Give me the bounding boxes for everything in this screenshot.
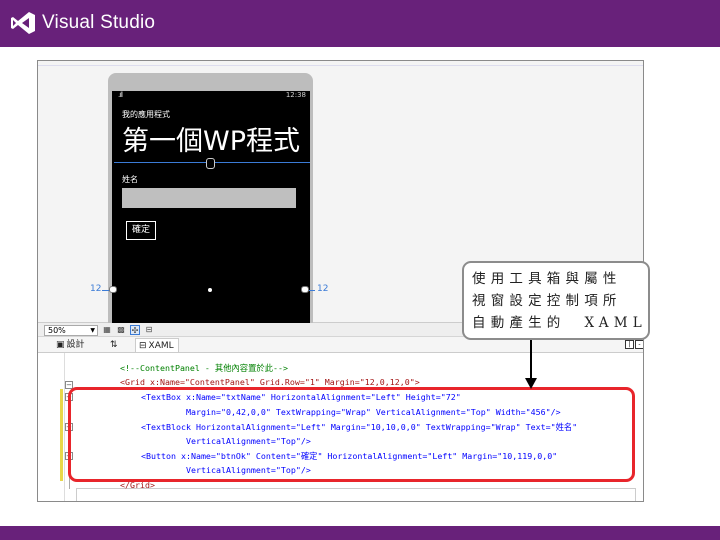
callout-arrow [530, 340, 532, 382]
margin-left-value: 12 [90, 284, 102, 294]
visual-studio-logo-icon [11, 12, 35, 34]
callout-line-2: 視窗設定控制項所 [472, 293, 622, 309]
snap-grid-icon[interactable]: ▩ [116, 325, 126, 335]
grid-icon[interactable]: ▦ [102, 325, 112, 335]
margin-right-handle[interactable] [301, 286, 309, 293]
signal-icon: .ıll [118, 91, 123, 99]
split-vertical-icon[interactable]: - [635, 340, 643, 349]
ruler-line [38, 65, 643, 66]
center-marker [208, 288, 212, 292]
code-line: <!--ContentPanel - 其他內容置於此--> [120, 363, 288, 373]
zoom-select[interactable]: 50% ▼ [44, 325, 98, 336]
current-line-highlight [76, 488, 636, 501]
name-textbox[interactable] [122, 188, 296, 208]
xaml-highlight-box [68, 387, 635, 482]
tab-design[interactable]: ▣ 設計 [56, 338, 85, 352]
split-horizontal-icon[interactable]: | [625, 340, 634, 349]
callout-note: 使用工具箱與屬性 視窗設定控制項所 自動產生的 XAML [462, 261, 650, 340]
callout-line-1: 使用工具箱與屬性 [472, 271, 622, 287]
footer-bar [0, 526, 720, 540]
margin-left-handle[interactable] [109, 286, 117, 293]
page-title[interactable]: 第一個WP程式 [122, 119, 300, 158]
margin-right-value: 12 [317, 284, 329, 294]
snap-lines-icon[interactable]: ⊟ [144, 325, 154, 335]
artboard-icon[interactable]: ✣ [130, 325, 140, 335]
callout-line-3: 自動產生的 XAML [472, 315, 647, 331]
name-label[interactable]: 姓名 [122, 174, 138, 185]
tab-xaml[interactable]: ⊟ XAML [135, 338, 179, 352]
tab-xaml-label: XAML [148, 341, 174, 351]
change-marker [60, 389, 63, 481]
design-view-icon: ▣ [56, 340, 65, 350]
arrow-down-icon [525, 378, 537, 389]
zoom-value: 50% [48, 326, 66, 335]
tab-design-label: 設計 [66, 340, 85, 350]
brand-title: Visual Studio [42, 12, 156, 33]
status-time: 12:38 [285, 91, 306, 99]
margin-right-line [309, 290, 315, 291]
brand-bar: Visual Studio [0, 0, 720, 47]
row-resize-handle[interactable] [206, 158, 215, 169]
phone-status-bar: .ıll 12:38 [118, 91, 306, 100]
ok-button[interactable]: 確定 [126, 221, 156, 240]
chevron-down-icon: ▼ [90, 327, 95, 334]
xaml-view-icon: ⊟ [139, 341, 147, 351]
swap-panes-button[interactable]: ⇅ [110, 338, 118, 352]
